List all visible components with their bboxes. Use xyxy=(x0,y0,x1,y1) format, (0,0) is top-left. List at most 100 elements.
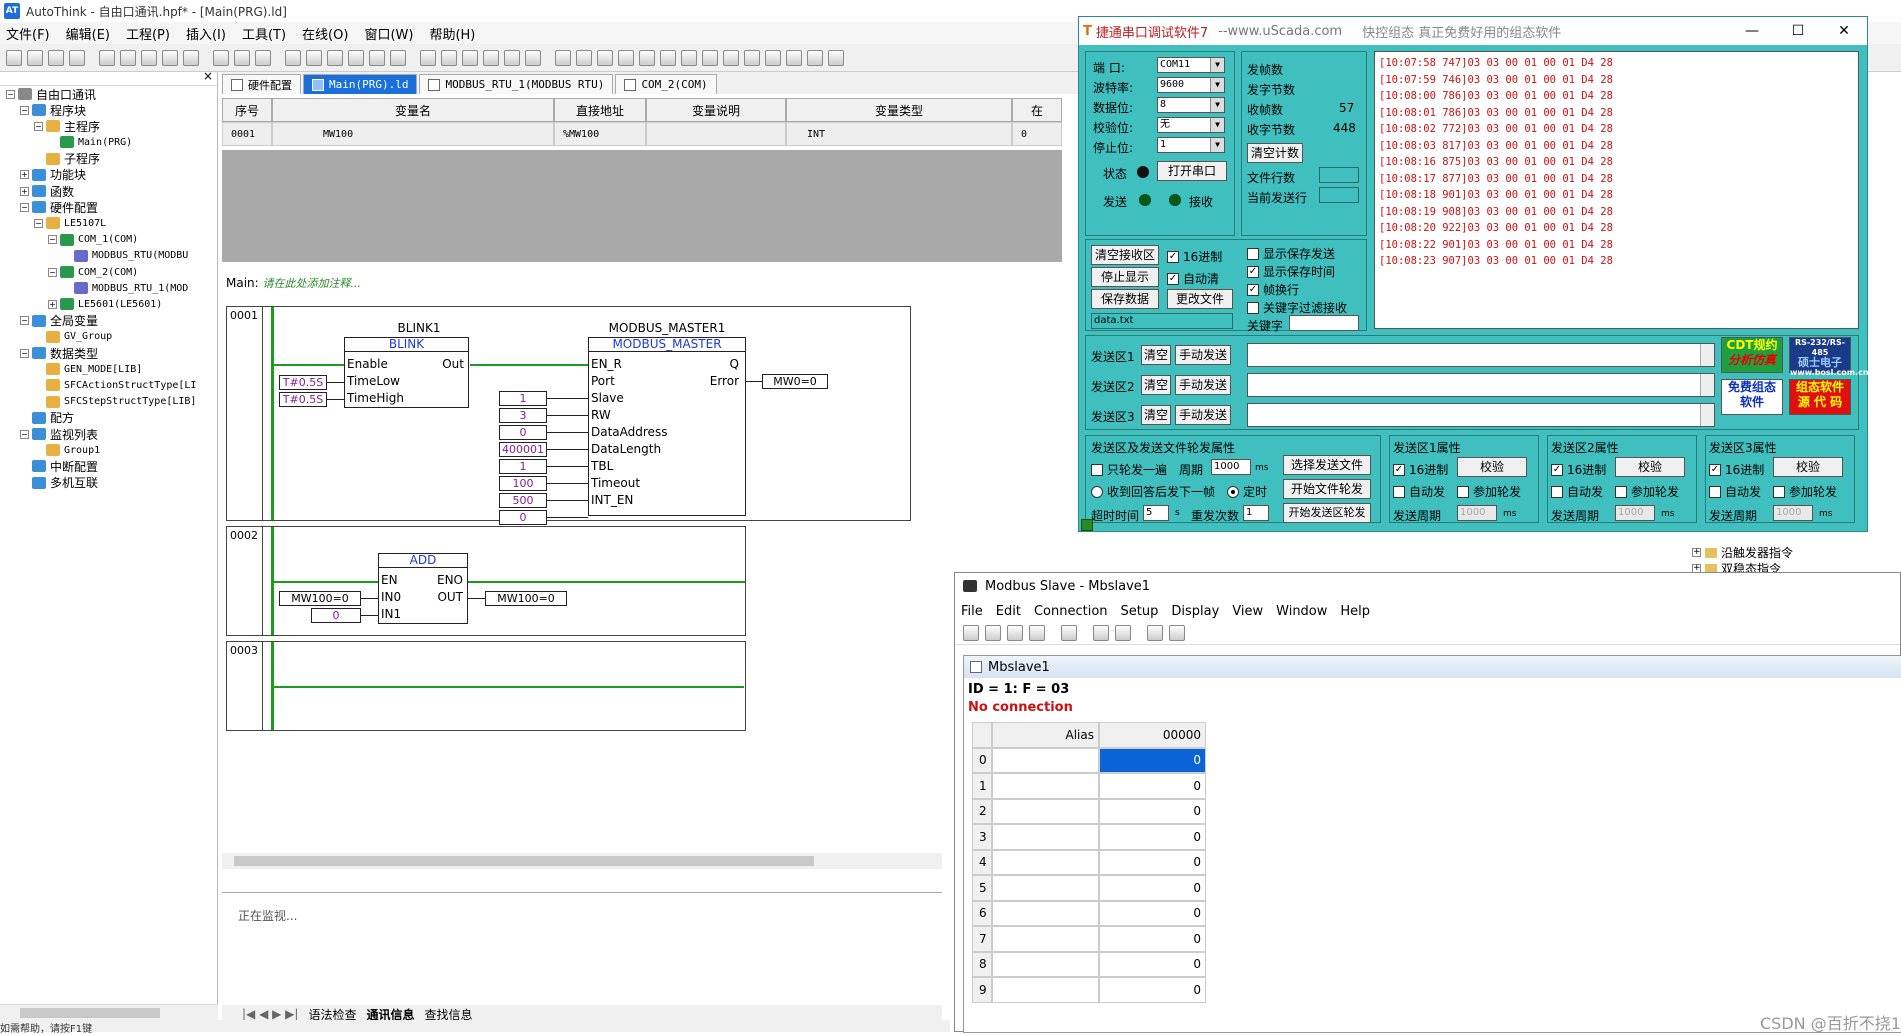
table-row[interactable]: 10 xyxy=(972,773,1206,799)
tree-node[interactable]: + LE5601(LE5601) xyxy=(48,296,162,312)
table-row[interactable]: 90 xyxy=(972,977,1206,1003)
add-out-value[interactable]: MW100=0 xyxy=(485,591,567,606)
paste-icon[interactable] xyxy=(162,49,178,66)
register-value-cell[interactable]: 0 xyxy=(1099,926,1206,952)
retry-field[interactable]: 1 xyxy=(1243,505,1269,521)
manual-send-button[interactable]: 手动发送 xyxy=(1175,405,1231,425)
register-value-cell[interactable]: 0 xyxy=(1099,747,1206,773)
tree-node[interactable]: − 监视列表 xyxy=(20,426,98,442)
window-icon[interactable] xyxy=(1061,624,1077,641)
frame-wrap-checkbox[interactable]: ✓ 帧换行 xyxy=(1247,281,1299,298)
clear-count-button[interactable]: 清空计数 xyxy=(1247,143,1303,163)
alias-cell[interactable] xyxy=(992,875,1099,901)
auto-send-checkbox[interactable]: 自动发 xyxy=(1709,483,1761,500)
context-help-icon[interactable] xyxy=(1169,624,1185,641)
help-icon[interactable] xyxy=(1147,624,1163,641)
open-icon[interactable] xyxy=(985,624,1001,641)
auto-send-checkbox[interactable]: 自动发 xyxy=(1551,483,1603,500)
mbm-input-value[interactable]: 500 xyxy=(499,493,547,508)
monitor-icon[interactable] xyxy=(390,49,406,66)
receive-log[interactable]: [10:07:58 747]03 03 00 01 00 01 D4 28 [10… xyxy=(1374,51,1859,329)
insert-label-icon[interactable] xyxy=(702,49,718,66)
table-row[interactable]: 20 xyxy=(972,798,1206,824)
tree-node[interactable]: − LE5107L xyxy=(34,215,106,231)
tree-expander-icon[interactable]: − xyxy=(6,89,15,99)
mbm-input-value[interactable]: 3 xyxy=(499,408,547,423)
tree-expander-icon[interactable]: − xyxy=(20,348,29,358)
keyword-filter-checkbox[interactable]: 关键字过滤接收 xyxy=(1247,299,1347,316)
poll-period-field[interactable]: 1000 xyxy=(1211,459,1251,475)
tree-node[interactable]: − 自由口通讯 xyxy=(6,86,96,102)
grid-icon[interactable] xyxy=(483,49,499,66)
ms-menu-file[interactable]: File xyxy=(961,604,983,619)
table-row[interactable]: 70 xyxy=(972,926,1206,952)
tree-expander-icon[interactable]: − xyxy=(20,105,29,115)
tree-node[interactable]: 子程序 xyxy=(34,151,100,167)
alias-cell[interactable] xyxy=(992,977,1099,1003)
watch-icon[interactable] xyxy=(420,49,436,66)
tree-node[interactable]: 中断配置 xyxy=(20,458,98,474)
add-in1-value[interactable]: 0 xyxy=(311,608,361,623)
save-file-field[interactable]: data.txt xyxy=(1091,313,1233,329)
maximize-icon[interactable]: ☐ xyxy=(1775,23,1821,39)
layout-icon[interactable] xyxy=(525,49,541,66)
timed-radio[interactable]: 定时 xyxy=(1227,483,1267,500)
checksum-button[interactable]: 校验 xyxy=(1615,457,1685,477)
tree-node[interactable]: SFCStepStructType[LIB] xyxy=(34,394,196,410)
alias-cell[interactable] xyxy=(992,773,1099,799)
tree-item-edge-trigger[interactable]: + 沿触发器指令 xyxy=(1692,544,1793,561)
tree-node[interactable]: − 数据类型 xyxy=(20,345,98,361)
insert-box-icon[interactable] xyxy=(639,49,655,66)
tree-node[interactable]: Group1 xyxy=(34,442,100,458)
register-value-cell[interactable]: 0 xyxy=(1099,977,1206,1003)
zoom-out-icon[interactable] xyxy=(786,49,802,66)
ms-menu-edit[interactable]: Edit xyxy=(996,604,1021,619)
send-area-input[interactable] xyxy=(1247,343,1715,367)
redo-icon[interactable] xyxy=(213,49,229,66)
insert-contact-icon[interactable] xyxy=(555,49,571,66)
find-replace-icon[interactable] xyxy=(255,49,271,66)
ms-menu-setup[interactable]: Setup xyxy=(1121,604,1159,619)
change-file-button[interactable]: 更改文件 xyxy=(1167,289,1233,309)
mbm-input-value[interactable]: 1 xyxy=(499,459,547,474)
tree-expander-icon[interactable]: − xyxy=(48,267,57,277)
tab-modbus-rtu-1[interactable]: MODBUS_RTU_1(MODBUS RTU) xyxy=(419,74,614,94)
table-row[interactable]: 40 xyxy=(972,849,1206,875)
register-value-cell[interactable]: 0 xyxy=(1099,849,1206,875)
copy-icon[interactable] xyxy=(141,49,157,66)
start-area-poll-button[interactable]: 开始发送区轮发 xyxy=(1283,503,1371,523)
save-icon[interactable] xyxy=(48,49,64,66)
tree-node[interactable]: − COM_1(COM) xyxy=(48,232,138,248)
send-period-field[interactable]: 1000 xyxy=(1615,505,1655,521)
cdt-protocol-badge[interactable]: CDT规约 分析仿真 xyxy=(1721,337,1783,373)
tree-expander-icon[interactable]: − xyxy=(34,121,43,131)
ladder-horizontal-scrollbar[interactable] xyxy=(222,853,942,869)
close-icon[interactable]: ✕ xyxy=(1821,23,1867,39)
send-area-scrollbar[interactable] xyxy=(1700,374,1714,396)
parity-select[interactable]: 无 ▼ xyxy=(1157,117,1225,133)
send-area-input[interactable] xyxy=(1247,403,1715,427)
register-value-cell[interactable]: 0 xyxy=(1099,875,1206,901)
download-icon[interactable] xyxy=(306,49,322,66)
select-send-file-button[interactable]: 选择发送文件 xyxy=(1283,455,1371,475)
scada-source-badge[interactable]: 组态软件源 代 码 xyxy=(1789,379,1851,415)
send-period-field[interactable]: 1000 xyxy=(1773,505,1813,521)
connect-icon[interactable] xyxy=(1093,624,1109,641)
find-icon[interactable] xyxy=(234,49,250,66)
table-row[interactable]: 30 xyxy=(972,824,1206,850)
alias-cell[interactable] xyxy=(992,951,1099,977)
menu-file[interactable]: 文件(F) xyxy=(0,24,60,43)
tree-node[interactable]: MODBUS_RTU(MODBU xyxy=(62,248,188,264)
insert-nc-icon[interactable] xyxy=(597,49,613,66)
send-area-scrollbar[interactable] xyxy=(1700,404,1714,426)
alias-cell[interactable] xyxy=(992,798,1099,824)
tree-node[interactable]: + 函数 xyxy=(20,183,74,199)
manual-send-button[interactable]: 手动发送 xyxy=(1175,375,1231,395)
tree-expander-icon[interactable]: − xyxy=(20,202,29,212)
open-port-button[interactable]: 打开串口 xyxy=(1157,161,1227,181)
tree-expander-icon[interactable]: − xyxy=(20,316,29,326)
insert-network-icon[interactable] xyxy=(723,49,739,66)
mbm-input-value[interactable]: 1 xyxy=(499,391,547,406)
open-icon[interactable] xyxy=(27,49,43,66)
tree-node[interactable]: GV_Group xyxy=(34,329,112,345)
